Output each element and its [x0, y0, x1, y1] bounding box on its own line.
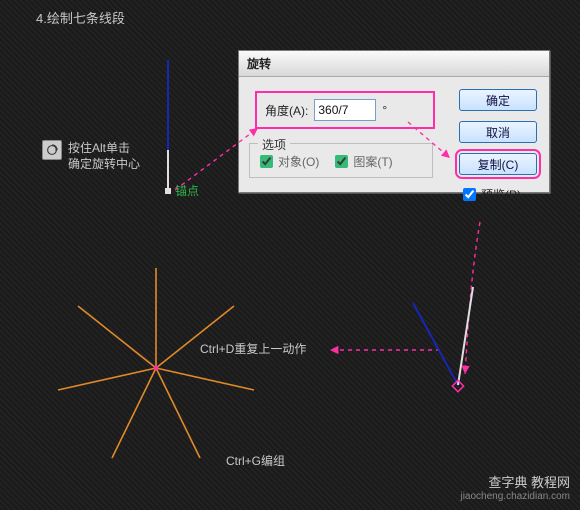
chk-pattern-input[interactable] [335, 155, 348, 168]
hint-block: 按住Alt单击 确定旋转中心 [42, 140, 140, 172]
chk-object-label: 对象(O) [278, 153, 319, 170]
options-legend: 选项 [258, 136, 290, 153]
ctrl-d-label: Ctrl+D重复上一动作 [200, 340, 306, 357]
chk-preview[interactable]: 预览(P) [459, 185, 537, 204]
chk-object[interactable]: 对象(O) [256, 152, 319, 171]
step-title: 4.绘制七条线段 [36, 8, 125, 27]
cancel-button[interactable]: 取消 [459, 121, 537, 143]
watermark-url: jiaocheng.chazidian.com [460, 490, 570, 504]
anchor-label: 锚点 [175, 182, 199, 199]
angle-input[interactable] [314, 99, 376, 121]
hint-line2: 确定旋转中心 [68, 156, 140, 172]
watermark-cn: 查字典 教程网 [460, 476, 570, 490]
chk-pattern-label: 图案(T) [353, 153, 392, 170]
ok-button[interactable]: 确定 [459, 89, 537, 111]
options-group: 选项 对象(O) 图案(T) [249, 143, 433, 178]
copy-button[interactable]: 复制(C) [459, 153, 537, 175]
chk-pattern[interactable]: 图案(T) [331, 152, 392, 171]
angle-unit: ° [382, 103, 387, 117]
rotate-center-icon [42, 140, 62, 160]
chk-preview-input[interactable] [463, 188, 476, 201]
watermark: 查字典 教程网 jiaocheng.chazidian.com [460, 476, 570, 504]
chk-preview-label: 预览(P) [481, 186, 521, 203]
hint-line1: 按住Alt单击 [68, 140, 140, 156]
chk-object-input[interactable] [260, 155, 273, 168]
angle-row: 角度(A): ° [255, 91, 435, 129]
angle-label: 角度(A): [265, 102, 308, 119]
ctrl-g-label: Ctrl+G编组 [226, 452, 285, 469]
rotate-dialog: 旋转 角度(A): ° 选项 对象(O) 图案(T) 确定 取消 复制(C [238, 50, 550, 193]
dialog-title: 旋转 [239, 51, 549, 77]
